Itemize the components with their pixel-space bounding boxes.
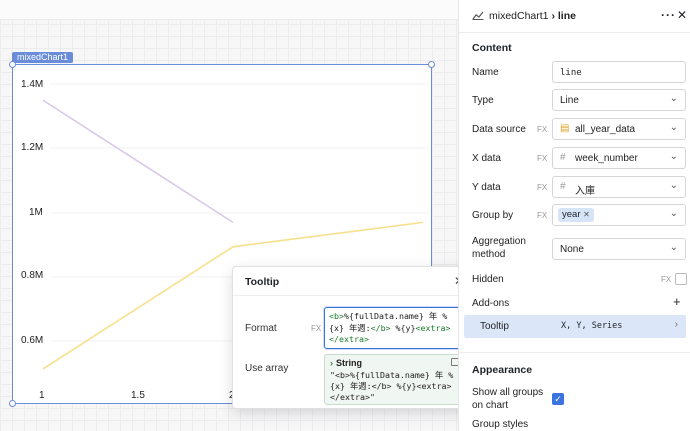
fx-toggle[interactable]: FX <box>537 125 547 134</box>
y-tick-label: 0.6M <box>21 335 44 346</box>
chevron-down-icon: ⌄ <box>669 242 678 253</box>
x-data-value: week_number <box>575 153 638 164</box>
type-value: Line <box>560 95 579 106</box>
more-icon[interactable]: ··· <box>661 8 676 22</box>
breadcrumb-current: line <box>557 10 576 22</box>
fx-toggle[interactable]: FX <box>537 183 547 192</box>
close-icon[interactable]: ✕ <box>677 8 687 22</box>
chevron-down-icon: ⌄ <box>669 122 678 133</box>
inspector-panel: mixedChart1 › line ··· ✕ Content Name li… <box>458 0 690 431</box>
type-select[interactable]: Line ⌄ <box>552 89 686 111</box>
y-tick-label: 0.8M <box>21 270 44 281</box>
component-label[interactable]: mixedChart1 <box>12 52 74 63</box>
name-value: line <box>560 68 582 78</box>
data-source-select[interactable]: ▤ all_year_data ⌄ <box>552 118 686 140</box>
breadcrumb-parent[interactable]: mixedChart1 <box>489 10 549 22</box>
fx-toggle[interactable]: FX <box>537 211 547 220</box>
aggregation-select[interactable]: None ⌄ <box>552 238 686 260</box>
show-all-groups-label: Show all groups on chart <box>472 386 543 412</box>
format-input[interactable]: <b>%{fullData.name} 年 % {x} 年週:</b> %{y}… <box>324 307 458 349</box>
y-data-value: 入庫 <box>575 186 595 197</box>
code-token: %{fullData.name} 年 % <box>344 311 448 321</box>
name-label: Name <box>472 67 499 78</box>
addons-label: Add-ons <box>472 298 510 309</box>
use-array-label: Use array <box>245 363 289 374</box>
section-title: Content <box>472 42 512 54</box>
type-label: Type <box>472 95 494 106</box>
name-input[interactable]: line <box>552 61 686 83</box>
copy-icon[interactable] <box>451 358 458 366</box>
hint-value: "<b>%{fullData.name} 年 % {x} 年週:</b> %{y… <box>330 370 454 402</box>
addon-name: Tooltip <box>480 321 509 332</box>
hint-type: String <box>336 358 362 368</box>
remove-chip-icon[interactable]: ✕ <box>583 210 590 219</box>
table-icon: ▤ <box>560 123 570 134</box>
group-by-select[interactable]: year ✕ ⌄ <box>552 204 686 226</box>
hidden-label: Hidden <box>472 274 504 285</box>
group-styles-label: Group styles <box>472 419 529 430</box>
aggregation-label-line2: method <box>472 249 506 260</box>
evaluated-value-hint: › String "<b>%{fullData.name} 年 % {x} 年週:… <box>324 354 458 405</box>
fx-toggle[interactable]: FX <box>661 275 671 284</box>
editor-canvas[interactable]: mixedChart1 1.4M 1.2M 1M 0.8M 0.6M 1 1.5… <box>0 0 458 431</box>
breadcrumb: mixedChart1 › line <box>489 10 576 22</box>
chevron-right-icon: › <box>674 319 678 330</box>
x-tick-label: 1.5 <box>131 390 145 401</box>
group-by-label: Group by <box>472 210 514 221</box>
code-token: </b> <box>370 322 391 333</box>
resize-handle[interactable] <box>428 61 435 68</box>
chevron-down-icon: ⌄ <box>669 180 678 191</box>
chevron-right-icon: › <box>330 358 333 368</box>
hash-icon: # <box>560 152 566 163</box>
data-source-value: all_year_data <box>575 124 636 135</box>
canvas-top-strip <box>0 0 458 20</box>
y-tick-label: 1.4M <box>21 79 44 90</box>
code-token: <extra> <box>415 322 451 333</box>
y-data-label: Y data <box>472 182 501 193</box>
section-title: Appearance <box>472 364 533 376</box>
resize-handle[interactable] <box>9 400 16 407</box>
line-chart-icon <box>472 11 484 20</box>
chevron-down-icon: ⌄ <box>669 151 678 162</box>
addon-tooltip-row[interactable]: Tooltip X, Y, Series › <box>464 315 686 338</box>
hidden-checkbox[interactable] <box>675 273 687 285</box>
addon-value: X, Y, Series <box>561 321 623 331</box>
show-all-groups-checkbox[interactable]: ✓ <box>552 393 564 405</box>
x-data-select[interactable]: # week_number ⌄ <box>552 147 686 169</box>
x-data-label: X data <box>472 153 501 164</box>
format-label: Format <box>245 323 277 334</box>
x-tick-label: 1 <box>39 390 45 401</box>
aggregation-value: None <box>560 244 584 255</box>
popover-title: Tooltip <box>245 276 280 288</box>
tooltip-popover: Tooltip ✕ Format FX <b>%{fullData.name} … <box>232 266 458 409</box>
show-all-groups-line1: Show all groups <box>472 387 544 398</box>
fx-toggle[interactable]: FX <box>311 324 321 333</box>
chevron-down-icon: ⌄ <box>669 93 678 104</box>
aggregation-label: Aggregation method <box>472 235 526 261</box>
breadcrumb-separator: › <box>551 10 555 22</box>
code-token: </extra> <box>329 334 369 344</box>
divider <box>233 295 458 296</box>
hash-icon: # <box>560 181 566 192</box>
y-tick-label: 1.2M <box>21 142 44 153</box>
series-line <box>42 99 234 224</box>
inspector-header: mixedChart1 › line ··· ✕ <box>459 0 690 33</box>
group-chip[interactable]: year ✕ <box>558 208 594 222</box>
divider <box>459 352 690 353</box>
data-source-label: Data source <box>472 124 526 135</box>
add-addon-button[interactable]: + <box>673 294 681 309</box>
chevron-down-icon: ⌄ <box>669 208 678 219</box>
code-token: <b> <box>329 311 344 321</box>
code-token: %{y} <box>390 322 416 333</box>
y-data-select[interactable]: # 入庫 ⌄ <box>552 176 686 198</box>
resize-handle[interactable] <box>9 61 16 68</box>
code-token: {x} 年週: <box>329 322 371 333</box>
group-chip-label: year <box>562 209 581 220</box>
show-all-groups-line2: on chart <box>472 400 509 411</box>
y-tick-label: 1M <box>29 207 43 218</box>
aggregation-label-line1: Aggregation <box>472 236 526 247</box>
fx-toggle[interactable]: FX <box>537 154 547 163</box>
